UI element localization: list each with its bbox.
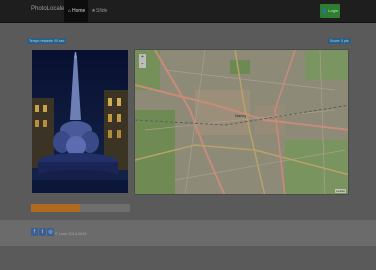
nav-item-label: Home [72,8,86,14]
copyright-text: © Loue 2014-2015 [55,232,87,236]
map-attribution[interactable]: Leaflet [334,189,346,193]
challenge-photo [32,50,128,193]
zoom-out-button[interactable]: − [139,61,146,68]
fountain-photo-image [32,50,128,193]
score-badge: Score: 0 pts [328,38,351,44]
user-icon: 👤 [322,8,328,13]
map-zoom-control: + − [139,54,146,68]
time-left-badge: Tempo restante 00 sec [27,38,67,44]
nav-item-label: Sfide [96,8,108,14]
login-button[interactable]: 👤 Login [320,4,340,18]
progress-bar [31,204,130,212]
page: PhotoLocale ⌂Home ★Sfide 👤 Login Tempo r… [0,0,376,270]
instagram-icon[interactable]: ◎ [47,228,54,236]
map-city-label: Nancy [235,113,247,118]
nav-item-home[interactable]: ⌂Home [64,0,89,22]
nav-item-sfide[interactable]: ★Sfide [88,0,110,22]
zoom-in-button[interactable]: + [139,54,146,61]
navbar: PhotoLocale ⌂Home ★Sfide 👤 Login [0,0,376,23]
progress-fill [31,204,80,212]
brand-logo[interactable]: PhotoLocale [31,6,64,12]
twitter-icon[interactable]: t [39,228,46,236]
map-view[interactable]: + − Nancy Leaflet [134,49,349,195]
login-label: Login [328,8,338,13]
facebook-icon[interactable]: f [31,228,38,236]
city-map-image [135,50,348,194]
